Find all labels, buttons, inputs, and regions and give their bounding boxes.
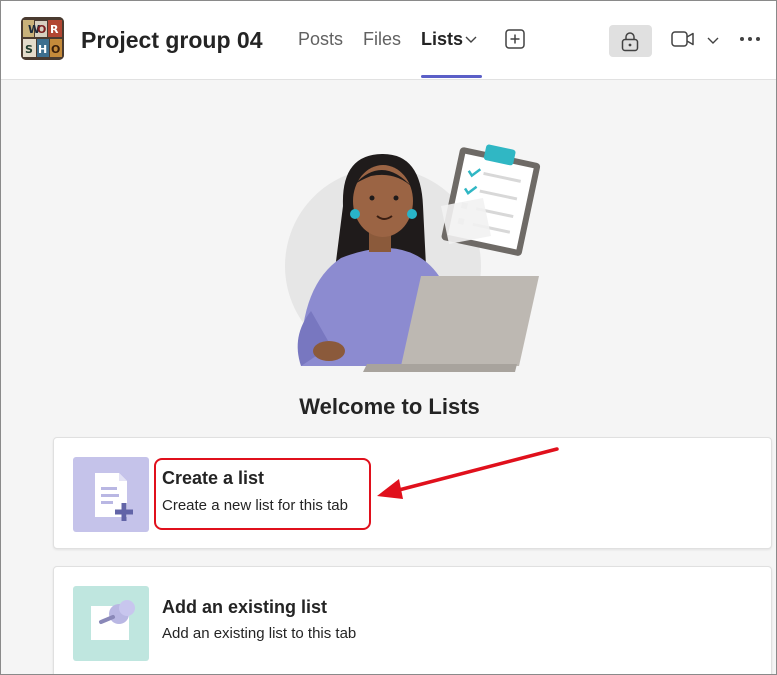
svg-text:R: R xyxy=(50,23,59,36)
chevron-down-icon[interactable] xyxy=(464,32,478,46)
tab-lists[interactable]: Lists xyxy=(421,29,463,50)
team-name: Project group 04 xyxy=(81,27,263,53)
active-tab-indicator xyxy=(421,75,482,78)
tab-files[interactable]: Files xyxy=(363,29,401,50)
svg-text:H: H xyxy=(38,43,47,56)
team-avatar[interactable]: W O R S H O xyxy=(21,17,64,60)
tab-posts[interactable]: Posts xyxy=(298,29,343,50)
annotation-arrow xyxy=(377,447,559,499)
video-camera-icon[interactable] xyxy=(670,28,696,50)
add-existing-list-description: Add an existing list to this tab xyxy=(162,625,357,642)
svg-text:O: O xyxy=(51,43,60,56)
svg-text:S: S xyxy=(25,43,33,56)
channel-header: W O R S H O Project group 04 Posts Files… xyxy=(1,1,776,80)
svg-text:O: O xyxy=(37,23,46,36)
add-existing-list-title: Add an existing list xyxy=(162,597,328,617)
welcome-title: Welcome to Lists xyxy=(299,394,480,419)
new-list-icon xyxy=(73,457,149,532)
add-existing-list-card[interactable]: Add an existing list Add an existing lis… xyxy=(53,566,772,674)
add-tab-icon[interactable] xyxy=(504,28,526,50)
welcome-illustration xyxy=(271,136,551,376)
pin-list-icon xyxy=(73,586,149,661)
more-options-icon[interactable] xyxy=(738,31,762,47)
lock-icon xyxy=(619,29,641,53)
teams-window: W O R S H O Project group 04 Posts Files… xyxy=(0,0,777,675)
highlight-box xyxy=(154,458,371,530)
video-dropdown-chevron-icon[interactable] xyxy=(706,33,720,47)
